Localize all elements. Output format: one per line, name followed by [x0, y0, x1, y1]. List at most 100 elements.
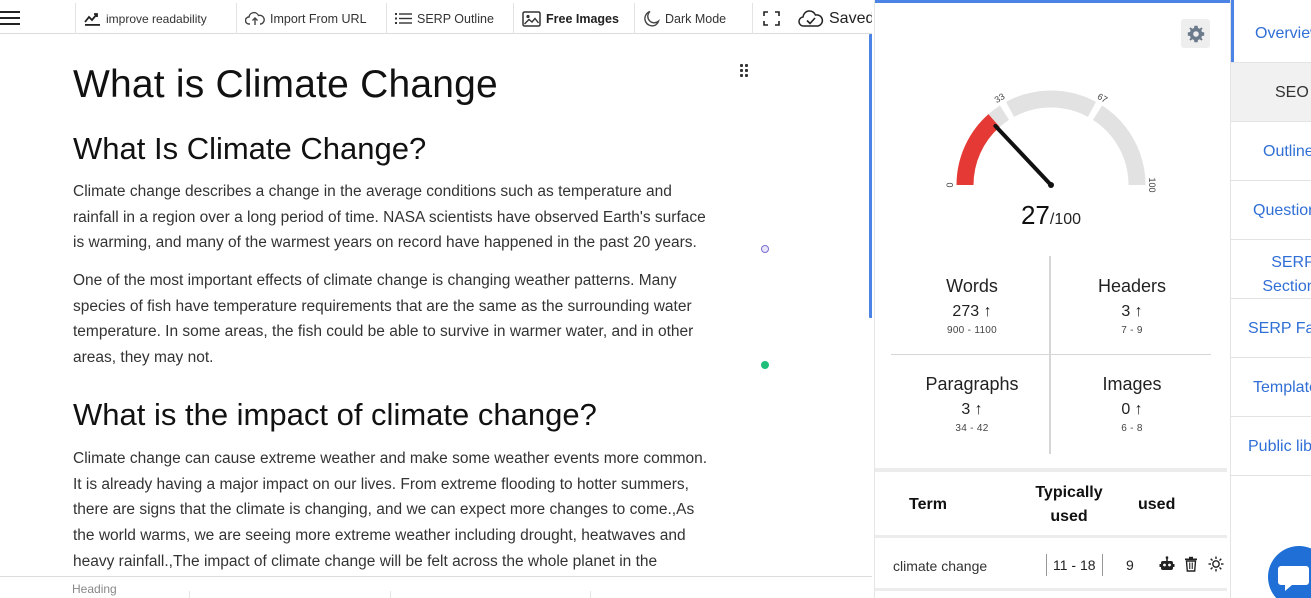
paragraph-line: rainfall in a region over a long period …	[73, 208, 706, 226]
settings-button[interactable]	[1181, 19, 1210, 48]
table-row[interactable]: climate change 11 - 18 9	[875, 541, 1227, 591]
improve-readability-button[interactable]: improve readability	[75, 3, 215, 34]
cloud-upload-icon	[245, 11, 265, 25]
paragraph-3[interactable]: Climate change can cause extreme weather…	[73, 446, 771, 575]
status-separator	[590, 591, 591, 598]
paragraph-line: It is already having a major impact on o…	[73, 475, 689, 493]
gauge-tick-label: 0	[945, 182, 955, 187]
sun-icon[interactable]	[1208, 556, 1224, 572]
dark-mode-label: Dark Mode	[665, 11, 727, 26]
image-icon	[522, 10, 541, 27]
readability-icon	[84, 12, 100, 26]
stats-divider	[891, 354, 1211, 355]
nav-item-public-library[interactable]: Public library	[1231, 417, 1311, 476]
paragraph-line: there are signs that the climate is chan…	[73, 501, 695, 519]
gauge-arc-segment	[1092, 105, 1146, 186]
score-max: /100	[1049, 211, 1082, 228]
content-stats: Words 273 ↑ 900 - 1100 Headers 3 ↑ 7 - 9…	[891, 256, 1215, 454]
gauge-arc-segment	[988, 105, 1010, 127]
score-display: 27/100	[875, 200, 1227, 231]
nav-item-label: Templates	[1253, 379, 1311, 396]
dark-mode-button[interactable]: Dark Mode	[634, 3, 734, 34]
status-dot-icon	[761, 361, 769, 369]
analysis-panel: 0 33 67 100 27/100 Words 273 ↑ 900 - 1100 H…	[874, 0, 1230, 598]
gauge-needle	[993, 123, 1053, 187]
block-type-label: Heading	[72, 582, 117, 596]
nav-item-label: SERP Facts	[1248, 320, 1311, 337]
nav-item-serp-sections[interactable]: SERP Sections	[1231, 240, 1311, 299]
nav-item-label: Questions	[1253, 202, 1311, 219]
list-icon	[395, 13, 412, 24]
score-value: 27	[1020, 200, 1050, 230]
stat-title: Images	[1102, 374, 1162, 394]
paragraph-line: One of the most important effects of cli…	[73, 272, 677, 289]
typically-used-column-header: Typically used	[1027, 481, 1111, 529]
editor-toolbar: improve readability Import From URL SERP…	[0, 3, 872, 34]
paragraph-line: the world warms, we are seeing more extr…	[73, 527, 686, 545]
serp-outline-button[interactable]: SERP Outline	[386, 3, 502, 34]
import-from-url-label: Import From URL	[270, 11, 367, 26]
panel-top-accent	[875, 0, 1230, 3]
gauge-hub	[1048, 182, 1054, 188]
serp-outline-label: SERP Outline	[417, 11, 494, 26]
status-separator	[189, 591, 190, 598]
paragraph-line: is warming, and many of the warmest year…	[73, 234, 697, 252]
nav-item-questions[interactable]: Questions	[1231, 181, 1311, 240]
terms-table-header: Term Typically used used	[875, 468, 1227, 538]
paragraph-2[interactable]: One of the most important effects of cli…	[73, 268, 771, 371]
stat-headers: Headers 3 ↑ 7 - 9	[1051, 276, 1213, 336]
used-column-header: used	[1138, 496, 1176, 513]
arrow-up-icon: ↑	[983, 303, 992, 320]
nav-item-label: SEO	[1275, 84, 1309, 101]
stat-title: Words	[946, 276, 998, 296]
section-heading-1[interactable]: What Is Climate Change?	[73, 131, 426, 167]
typically-used-line1: Typically	[1035, 484, 1103, 501]
save-status: Saved	[794, 3, 872, 34]
nav-item-templates[interactable]: Templates	[1231, 358, 1311, 417]
chat-bubble-icon	[1278, 566, 1309, 591]
document-title[interactable]: What is Climate Change	[73, 63, 498, 107]
moon-icon	[644, 10, 660, 27]
nav-item-serp-facts[interactable]: SERP Facts	[1231, 299, 1311, 358]
robot-icon[interactable]	[1159, 556, 1175, 572]
editor-pane: improve readability Import From URL SERP…	[0, 0, 872, 598]
cloud-check-icon	[798, 10, 824, 27]
nav-item-seo[interactable]: SEO	[1231, 63, 1311, 122]
stat-value: 273	[952, 303, 980, 320]
gauge-tick-label: 67	[1096, 91, 1110, 105]
stat-images: Images 0 ↑ 6 - 8	[1051, 374, 1213, 434]
stat-value: 3	[1121, 303, 1131, 320]
stats-divider	[1049, 256, 1051, 454]
gear-icon	[1187, 25, 1204, 42]
free-images-button[interactable]: Free Images	[513, 3, 627, 34]
arrow-up-icon: ↑	[974, 401, 983, 418]
nav-item-overview[interactable]: Overview	[1231, 4, 1311, 63]
trash-icon[interactable]	[1183, 556, 1199, 572]
drag-handle-icon[interactable]	[740, 64, 750, 78]
gauge-arc-filled	[956, 114, 1000, 186]
score-gauge: 0 33 67 100	[945, 90, 1157, 193]
gauge-tick-label: 33	[993, 91, 1007, 105]
fullscreen-button[interactable]	[752, 3, 790, 34]
stat-title: Paragraphs	[925, 374, 1019, 394]
editor-scrollbar[interactable]	[869, 34, 872, 318]
chat-button[interactable]	[1268, 546, 1311, 598]
stat-value: 0	[1121, 401, 1131, 418]
nav-item-label: Public library	[1248, 438, 1311, 455]
arrow-up-icon: ↑	[1134, 303, 1143, 320]
nav-item-label: Outline	[1263, 143, 1311, 160]
comment-marker-icon[interactable]	[761, 245, 769, 253]
gauge-tick-label: 100	[1147, 177, 1157, 192]
stat-words: Words 273 ↑ 900 - 1100	[891, 276, 1053, 336]
typically-used-line2: used	[1050, 508, 1088, 525]
menu-icon[interactable]	[0, 11, 20, 27]
section-heading-2[interactable]: What is the impact of climate change?	[73, 397, 597, 433]
paragraph-1[interactable]: Climate change describes a change in the…	[73, 179, 771, 256]
stat-range: 900 - 1100	[946, 325, 998, 336]
nav-item-outline[interactable]: Outline	[1231, 122, 1311, 181]
stat-paragraphs: Paragraphs 3 ↑ 34 - 42	[891, 374, 1053, 434]
import-from-url-button[interactable]: Import From URL	[236, 3, 375, 34]
term-name: climate change	[893, 558, 988, 574]
paragraph-line: temperature. In some areas, the fish cou…	[73, 323, 694, 341]
term-typical-range: 11 - 18	[1046, 554, 1103, 576]
